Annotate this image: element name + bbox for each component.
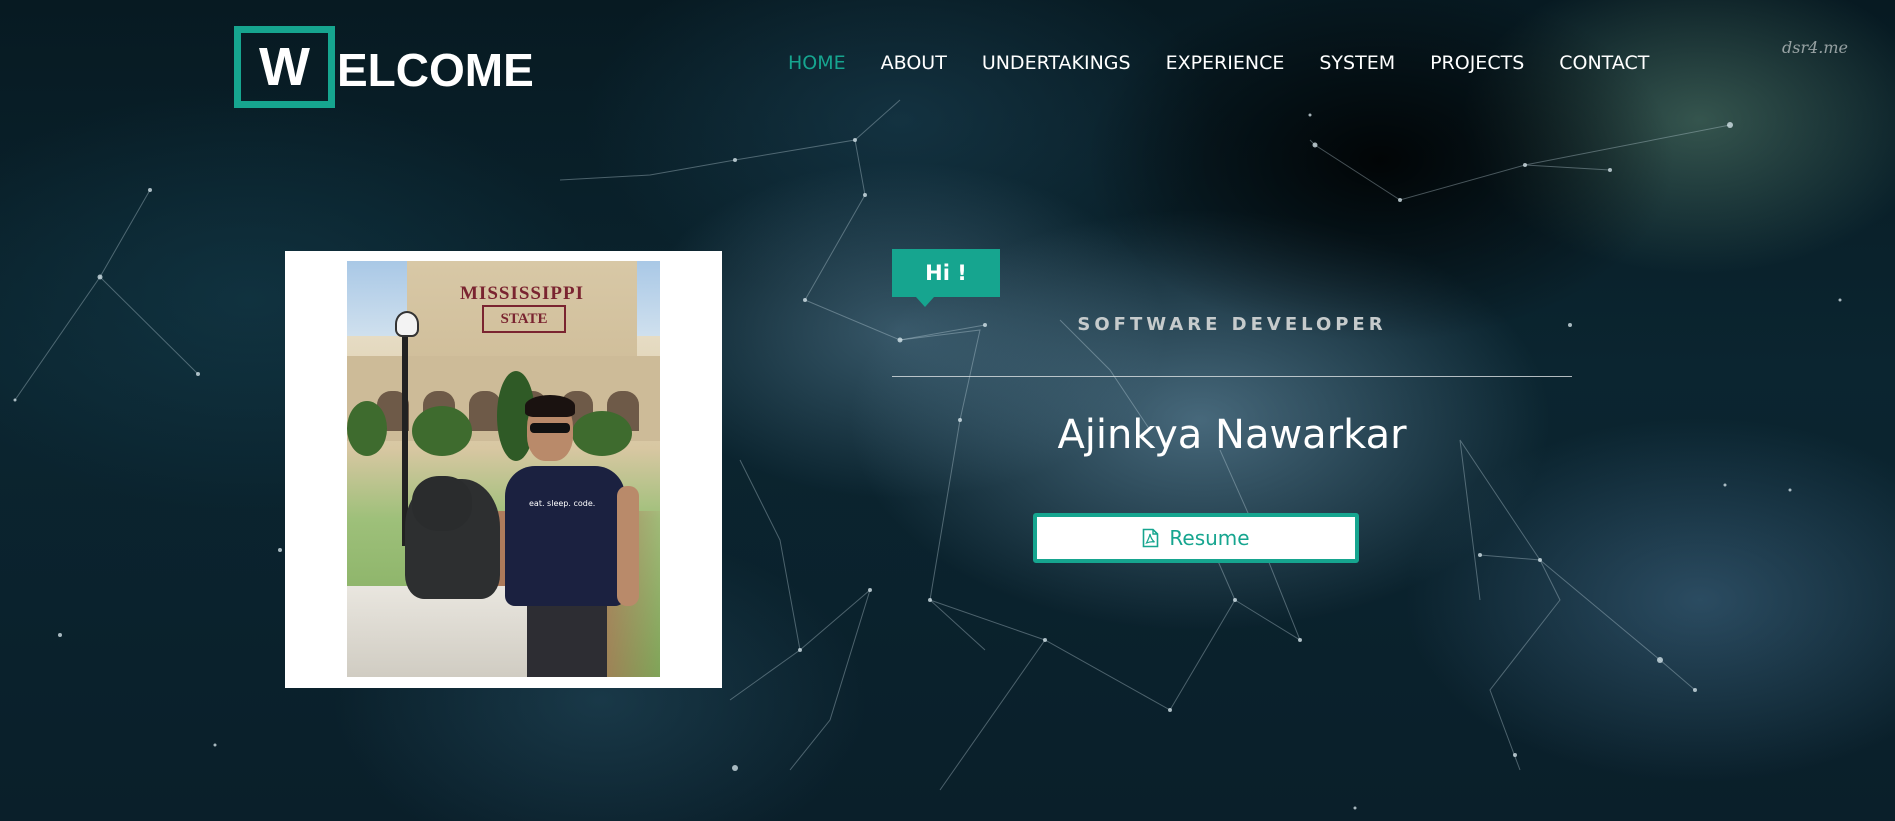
resume-button[interactable]: Resume (1033, 513, 1359, 563)
photo-bulldog-head (412, 476, 472, 531)
photo-sign-state: STATE (482, 305, 566, 333)
page: dsr4.me W ELCOME HOME ABOUT UNDERTAKINGS… (0, 0, 1895, 821)
photo-tree (347, 401, 387, 456)
photo-shirt-text: eat. sleep. code. (529, 499, 596, 508)
nav-item-home[interactable]: HOME (788, 52, 846, 74)
profile-photo-frame: MISSISSIPPI STATE eat. sleep. code. (285, 251, 722, 688)
nav-item-about[interactable]: ABOUT (881, 52, 947, 74)
logo-text: ELCOME (337, 44, 534, 96)
photo-person-body (505, 466, 625, 606)
pdf-file-icon (1142, 528, 1159, 548)
person-name: Ajinkya Nawarkar (1057, 412, 1407, 458)
main-nav: HOME ABOUT UNDERTAKINGS EXPERIENCE SYSTE… (788, 52, 1649, 74)
photo-person-hair (525, 395, 575, 417)
logo-letter-box: W (234, 26, 335, 108)
profile-photo: MISSISSIPPI STATE eat. sleep. code. (347, 261, 660, 677)
photo-tree (572, 411, 632, 456)
nav-item-contact[interactable]: CONTACT (1559, 52, 1649, 74)
job-title: SOFTWARE DEVELOPER (1077, 314, 1387, 335)
greeting-badge: Hi ! (892, 249, 1000, 307)
hero-divider (892, 376, 1572, 377)
site-logo[interactable]: W ELCOME (234, 26, 534, 108)
nav-item-projects[interactable]: PROJECTS (1430, 52, 1524, 74)
photo-sunglasses (530, 423, 570, 433)
photo-person-legs (527, 601, 607, 677)
nav-item-undertakings[interactable]: UNDERTAKINGS (982, 52, 1131, 74)
photo-sign-text: MISSISSIPPI (460, 283, 584, 304)
watermark-text: dsr4.me (1782, 38, 1849, 57)
photo-person-arm (617, 486, 639, 606)
photo-tree (412, 406, 472, 456)
nav-item-system[interactable]: SYSTEM (1319, 52, 1395, 74)
resume-button-label: Resume (1169, 526, 1250, 550)
photo-lamp-head (395, 311, 419, 337)
nav-item-experience[interactable]: EXPERIENCE (1166, 52, 1285, 74)
